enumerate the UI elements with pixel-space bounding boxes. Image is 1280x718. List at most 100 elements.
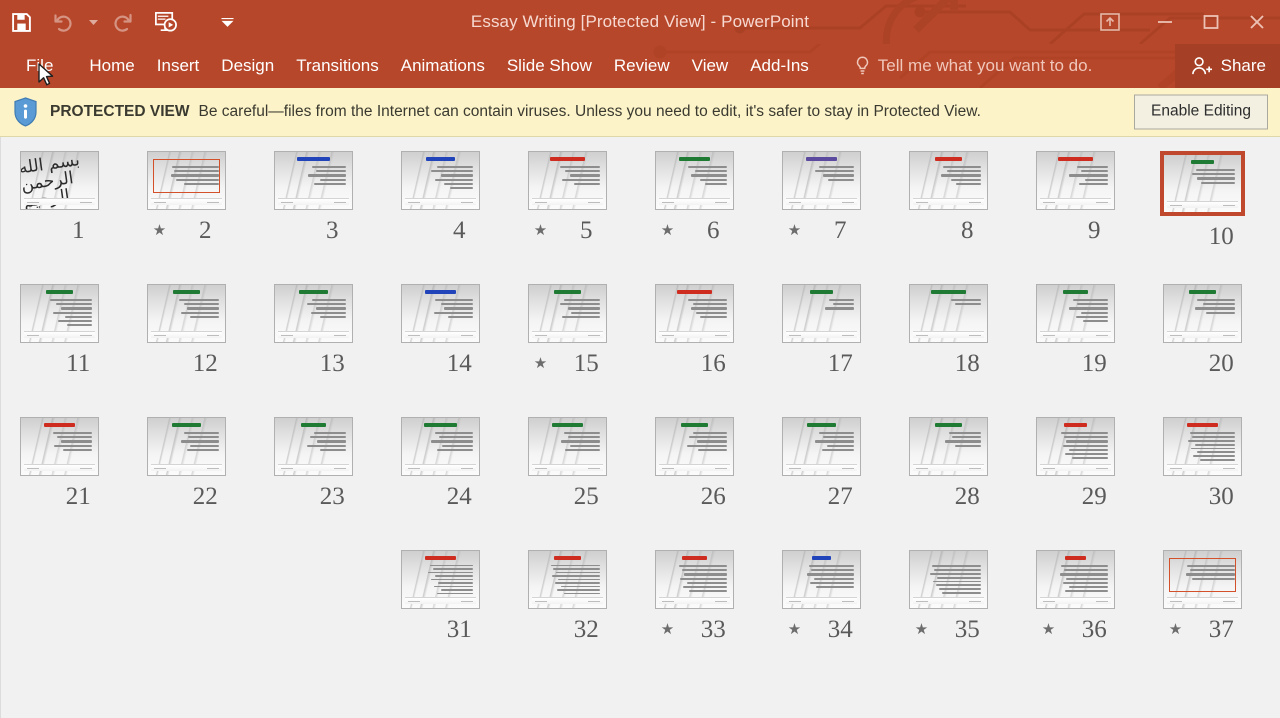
slide-thumbnail[interactable] (528, 417, 607, 476)
slide-sorter-pane[interactable]: 10★9★8★7★6★5★4★3★2★بسم الله الرحمن الرحي… (0, 137, 1280, 718)
slide-thumbnail[interactable] (528, 284, 607, 343)
slide-thumbnail[interactable] (909, 284, 988, 343)
slide-cell-3[interactable]: 3★ (250, 151, 377, 243)
slide-cell-37[interactable]: 37 ★ (1139, 550, 1266, 642)
slide-thumbnail[interactable] (1163, 417, 1242, 476)
slide-thumbnail[interactable] (909, 550, 988, 609)
customize-quick-access-toolbar-icon[interactable] (212, 2, 242, 42)
animation-star-icon[interactable]: ★ (788, 622, 801, 637)
ribbon-tab-slide-show[interactable]: Slide Show (507, 52, 592, 80)
slide-cell-7[interactable]: 7 ★ (758, 151, 885, 243)
animation-star-icon[interactable]: ★ (788, 223, 801, 238)
slide-thumbnail[interactable] (1036, 550, 1115, 609)
slide-thumbnail[interactable] (1163, 284, 1242, 343)
slide-cell-22[interactable]: 22★ (123, 417, 250, 509)
slide-thumbnail[interactable] (1163, 550, 1242, 609)
slide-thumbnail[interactable] (401, 284, 480, 343)
ribbon-tab-add-ins[interactable]: Add-Ins (750, 52, 809, 80)
start-from-beginning-button[interactable] (144, 2, 186, 42)
slide-cell-15[interactable]: 15 ★ (504, 284, 631, 376)
slide-cell-33[interactable]: 33 ★ (631, 550, 758, 642)
slide-cell-4[interactable]: 4★ (377, 151, 504, 243)
ribbon-tab-design[interactable]: Design (221, 52, 274, 80)
slide-cell-34[interactable]: 34 ★ (758, 550, 885, 642)
slide-cell-27[interactable]: 27★ (758, 417, 885, 509)
slide-cell-9[interactable]: 9★ (1012, 151, 1139, 243)
ribbon-tab-review[interactable]: Review (614, 52, 670, 80)
slide-thumbnail[interactable] (528, 151, 607, 210)
undo-dropdown-icon[interactable] (84, 2, 102, 42)
slide-cell-13[interactable]: 13★ (250, 284, 377, 376)
slide-thumbnail[interactable] (909, 151, 988, 210)
slide-cell-29[interactable]: 29★ (1012, 417, 1139, 509)
slide-thumbnail[interactable] (1036, 151, 1115, 210)
share-button[interactable]: Share (1174, 44, 1280, 88)
slide-thumbnail[interactable] (20, 417, 99, 476)
slide-thumbnail[interactable] (274, 284, 353, 343)
slide-thumbnail[interactable] (655, 550, 734, 609)
slide-cell-36[interactable]: 36 ★ (1012, 550, 1139, 642)
ribbon-tab-view[interactable]: View (692, 52, 729, 80)
slide-thumbnail[interactable] (1036, 417, 1115, 476)
ribbon-tab-file[interactable]: File (26, 52, 53, 80)
redo-button[interactable] (102, 2, 144, 42)
slide-cell-26[interactable]: 26★ (631, 417, 758, 509)
slide-thumbnail[interactable] (655, 151, 734, 210)
slide-cell-24[interactable]: 24★ (377, 417, 504, 509)
animation-star-icon[interactable]: ★ (534, 356, 547, 371)
slide-cell-6[interactable]: 6 ★ (631, 151, 758, 243)
animation-star-icon[interactable]: ★ (1042, 622, 1055, 637)
animation-star-icon[interactable]: ★ (534, 223, 547, 238)
slide-thumbnail[interactable] (274, 151, 353, 210)
ribbon-tab-transitions[interactable]: Transitions (296, 52, 379, 80)
slide-thumbnail[interactable] (401, 417, 480, 476)
slide-thumbnail[interactable] (655, 417, 734, 476)
slide-cell-8[interactable]: 8★ (885, 151, 1012, 243)
maximize-button[interactable] (1188, 0, 1234, 44)
slide-cell-12[interactable]: 12★ (123, 284, 250, 376)
slide-cell-5[interactable]: 5 ★ (504, 151, 631, 243)
slide-cell-23[interactable]: 23★ (250, 417, 377, 509)
slide-thumbnail[interactable] (528, 550, 607, 609)
tell-me-search[interactable]: Tell me what you want to do. (855, 56, 1092, 76)
ribbon-tab-insert[interactable]: Insert (157, 52, 200, 80)
slide-cell-35[interactable]: 35 ★ (885, 550, 1012, 642)
slide-cell-10[interactable]: 10★ (1139, 151, 1266, 249)
animation-star-icon[interactable]: ★ (661, 622, 674, 637)
animation-star-icon[interactable]: ★ (661, 223, 674, 238)
slide-thumbnail[interactable] (20, 284, 99, 343)
slide-cell-25[interactable]: 25★ (504, 417, 631, 509)
slide-cell-14[interactable]: 14★ (377, 284, 504, 376)
slide-thumbnail[interactable] (274, 417, 353, 476)
slide-thumbnail[interactable]: بسم الله الرحمن الرحيم (20, 151, 99, 210)
slide-thumbnail[interactable] (655, 284, 734, 343)
slide-thumbnail[interactable] (401, 151, 480, 210)
slide-thumbnail[interactable] (1160, 151, 1245, 216)
slide-cell-19[interactable]: 19★ (1012, 284, 1139, 376)
save-button[interactable] (0, 2, 42, 42)
slide-cell-11[interactable]: 11★ (1, 284, 123, 376)
animation-star-icon[interactable]: ★ (915, 622, 928, 637)
slide-thumbnail[interactable] (782, 151, 861, 210)
slide-thumbnail[interactable] (1036, 284, 1115, 343)
slide-cell-31[interactable]: 31★ (377, 550, 504, 642)
slide-cell-16[interactable]: 16★ (631, 284, 758, 376)
slide-thumbnail[interactable] (401, 550, 480, 609)
slide-cell-21[interactable]: 21★ (1, 417, 123, 509)
animation-star-icon[interactable]: ★ (153, 223, 166, 238)
slide-thumbnail[interactable] (782, 284, 861, 343)
slide-thumbnail[interactable] (782, 550, 861, 609)
animation-star-icon[interactable]: ★ (1169, 622, 1182, 637)
slide-cell-17[interactable]: 17★ (758, 284, 885, 376)
ribbon-tab-home[interactable]: Home (89, 52, 134, 80)
slide-thumbnail[interactable] (147, 151, 226, 210)
slide-thumbnail[interactable] (782, 417, 861, 476)
slide-thumbnail[interactable] (147, 284, 226, 343)
undo-button[interactable] (42, 2, 84, 42)
ribbon-display-options-button[interactable] (1078, 0, 1142, 44)
slide-cell-20[interactable]: 20★ (1139, 284, 1266, 376)
close-button[interactable] (1234, 0, 1280, 44)
slide-cell-18[interactable]: 18★ (885, 284, 1012, 376)
slide-cell-1[interactable]: بسم الله الرحمن الرحيم 1★ (1, 151, 123, 243)
slide-cell-32[interactable]: 32★ (504, 550, 631, 642)
